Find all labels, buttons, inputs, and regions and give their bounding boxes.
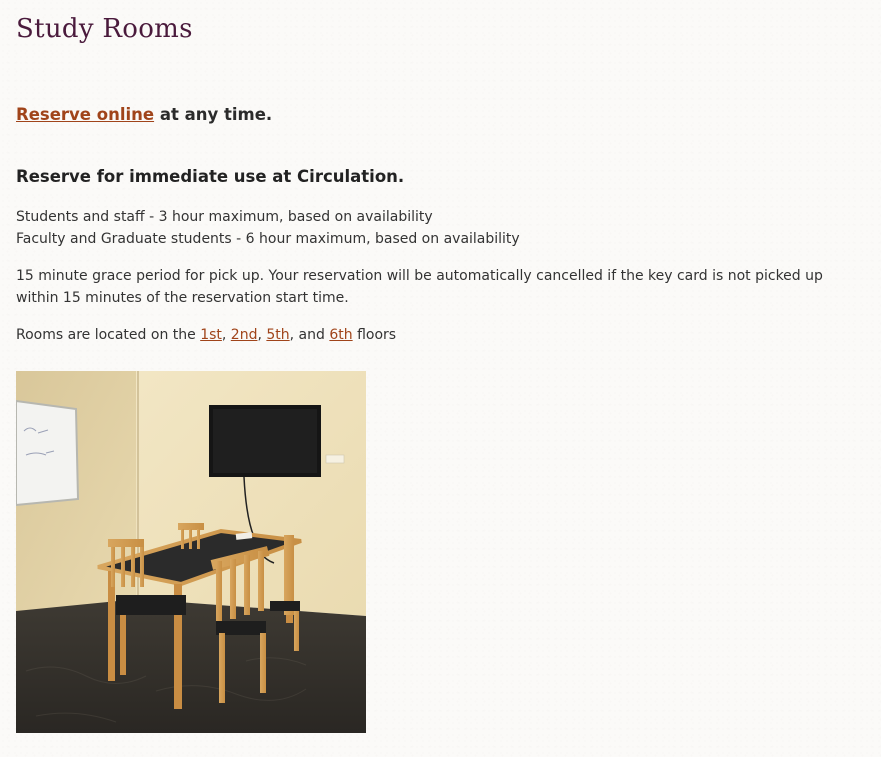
students-staff-limit: Students and staff - 3 hour maximum, bas… [16, 209, 433, 225]
floor-6th-link[interactable]: 6th [329, 327, 352, 343]
floor-2nd-link[interactable]: 2nd [231, 327, 258, 343]
rooms-suffix: floors [352, 327, 397, 343]
floor-5th-link[interactable]: 5th [266, 327, 289, 343]
floor-1st-link[interactable]: 1st [200, 327, 222, 343]
rooms-separator: , and [289, 327, 330, 343]
rooms-prefix: Rooms are located on the [16, 327, 201, 343]
rooms-location-line: Rooms are located on the 1st, 2nd, 5th, … [16, 324, 396, 346]
reserve-online-trailing-text: at any time. [154, 105, 273, 124]
immediate-use-heading: Reserve for immediate use at Circulation… [16, 167, 405, 186]
reserve-online-link[interactable]: Reserve online [16, 105, 154, 124]
rooms-separator: , [221, 327, 231, 343]
study-room-photo [16, 371, 366, 733]
faculty-grad-limit: Faculty and Graduate students - 6 hour m… [16, 231, 520, 247]
reservation-limits: Students and staff - 3 hour maximum, bas… [16, 206, 520, 250]
reserve-online-line: Reserve online at any time. [16, 105, 272, 124]
grace-period-text: 15 minute grace period for pick up. Your… [16, 268, 823, 306]
page-title: Study Rooms [16, 14, 193, 44]
